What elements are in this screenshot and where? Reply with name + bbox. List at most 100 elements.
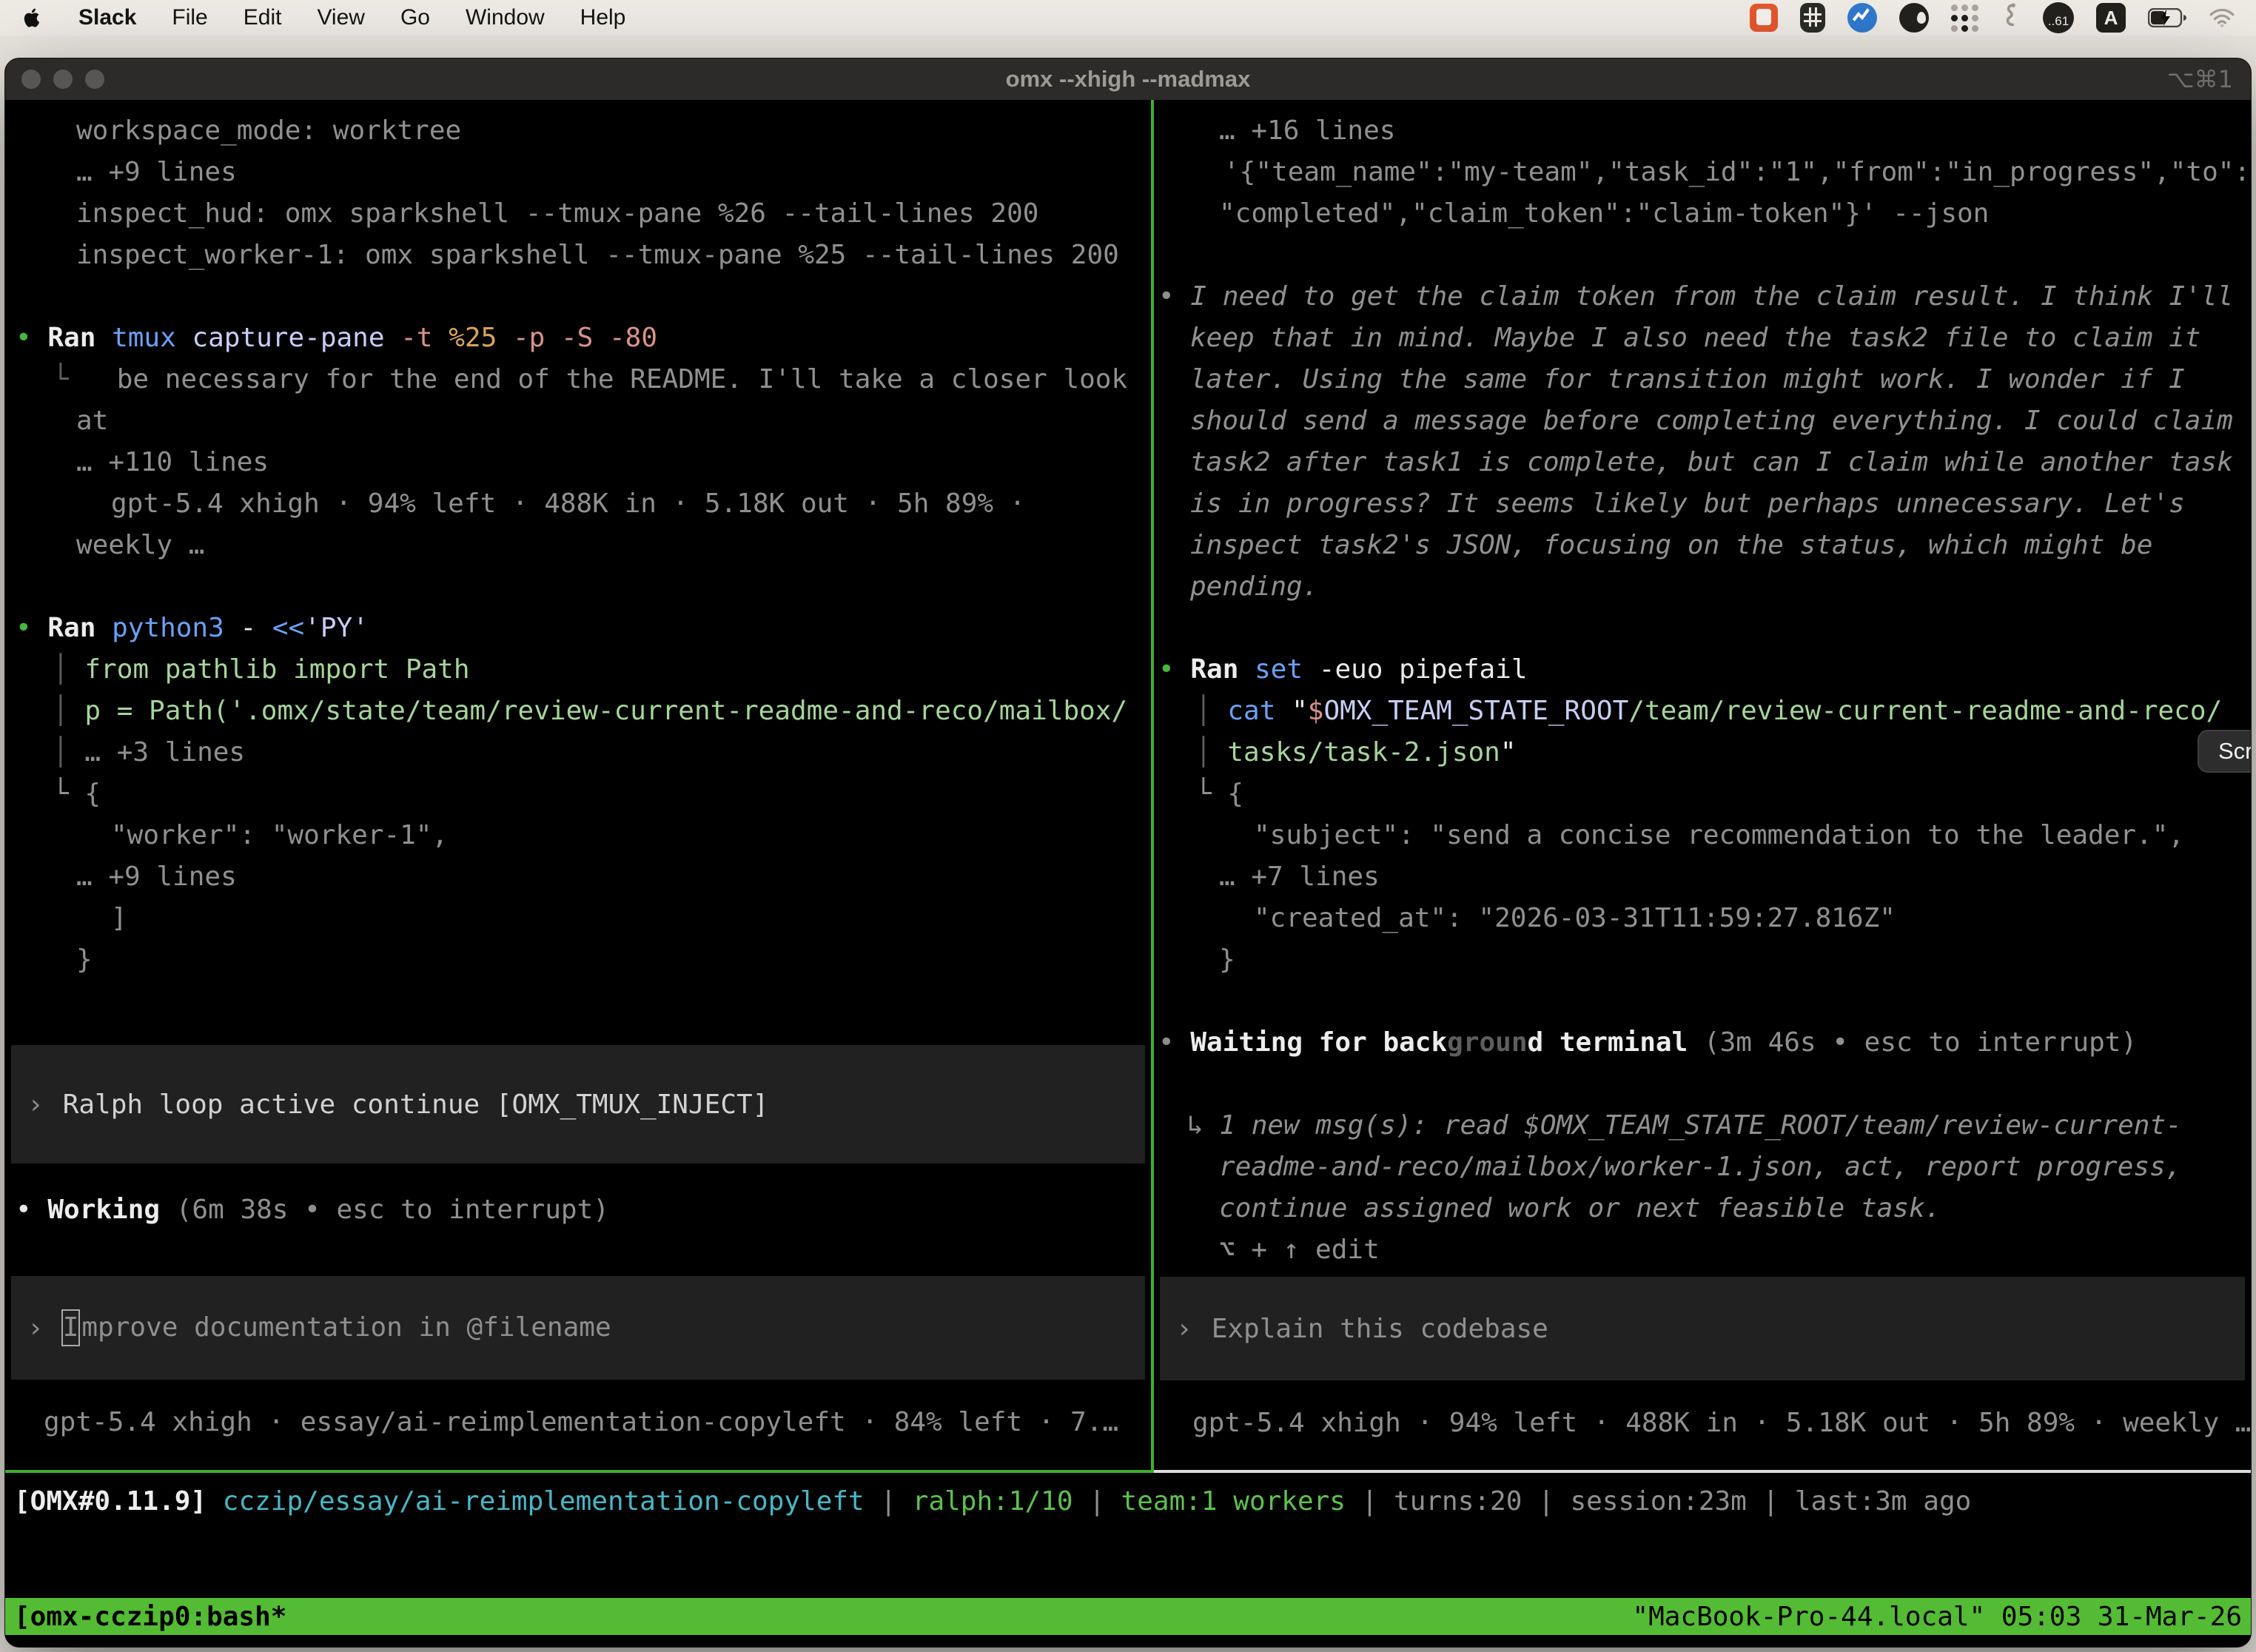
terminal-cursor: I (61, 1309, 81, 1346)
pane-hud[interactable]: workspace_mode: worktree … +9 lines inspec… (5, 100, 1151, 1473)
terminal-line: inspect_hud: omx sparkshell --tmux-pane … (5, 193, 1151, 235)
input-source-badge[interactable]: A (2096, 3, 2126, 33)
terminal-line: │ p = Path('.omx/state/team/review-curre… (5, 691, 1151, 732)
tmux-host-clock: "MacBook-Pro-44.local" 05:03 31-Mar-26 (1632, 1602, 2242, 1632)
menu-item-go[interactable]: Go (400, 5, 430, 30)
terminal-line: └ be necessary for the end of the README… (5, 359, 1151, 400)
terminal-line: workspace_mode: worktree (5, 110, 1151, 152)
terminal-line: … +16 lines (1154, 110, 2251, 152)
terminal-line: ] (5, 898, 1151, 939)
terminal-line: '{"team_name":"my-team","task_id":"1","f… (1154, 152, 2251, 193)
terminal-blank-line (5, 276, 1151, 318)
wifi-icon[interactable] (2209, 7, 2235, 28)
terminal-blank-line (1154, 981, 2251, 1022)
screen-tooltip: Scre (2198, 730, 2252, 773)
dots-grid-icon[interactable] (1951, 4, 1979, 32)
terminal-window: omx --xhigh --madmax ⌥⌘1 workspace_mode:… (4, 58, 2252, 1648)
terminal-line: │ from pathlib import Path (5, 649, 1151, 691)
menu-bar: Slack File Edit View Go Window Help ..61 A (0, 0, 2256, 36)
terminal-line: } (5, 939, 1151, 981)
apple-menu-icon[interactable] (21, 5, 43, 30)
terminal-line: keep that in mind. Maybe I also need the… (1154, 318, 2251, 359)
tmux-session-name[interactable]: [omx-cczip0:bash* (14, 1602, 286, 1632)
menu-item-app[interactable]: Slack (78, 5, 136, 30)
terminal-line: ⌥ + ↑ edit (1154, 1229, 2251, 1271)
menu-status-icons: ..61 A (1750, 2, 2235, 33)
menu-item-view[interactable]: View (317, 5, 364, 30)
model-status-right: gpt-5.4 xhigh · 94% left · 488K in · 5.1… (1154, 1403, 2251, 1444)
screenshot-app-icon[interactable] (1750, 4, 1778, 32)
shield-grid-icon[interactable] (1800, 3, 1825, 33)
terminal-blank-line (5, 566, 1151, 608)
agent-input-left[interactable]: › Improve documentation in @filename (11, 1276, 1145, 1380)
terminal-line: at (5, 400, 1151, 442)
input-placeholder: Explain this codebase (1212, 1314, 1548, 1344)
window-title: omx --xhigh --madmax (5, 66, 2251, 93)
terminal-line: • Working (6m 38s • esc to interrupt) (5, 1189, 1151, 1231)
terminal-line: │ … +3 lines (5, 732, 1151, 773)
pane-worker-output: … +16 lines'{"team_name":"my-team","task… (1154, 110, 2251, 1271)
tooltip-text: Scre (2218, 738, 2252, 765)
terminal-line: … +7 lines (1154, 856, 2251, 898)
terminal-line: task2 after task1 is complete, but can I… (1154, 442, 2251, 483)
terminal-line: • Ran tmux capture-pane -t %25 -p -S -80 (5, 318, 1151, 359)
terminal-line: … +110 lines (5, 442, 1151, 483)
terminal-line: "completed","claim_token":"claim-token"}… (1154, 193, 2251, 235)
terminal-line: • I need to get the claim token from the… (1154, 276, 2251, 318)
prompt-chevron: › (27, 1089, 44, 1120)
terminal-line: is in progress? It seems likely but perh… (1154, 483, 2251, 525)
menu-item-file[interactable]: File (172, 5, 207, 30)
ralph-loop-text: Ralph loop active continue [OMX_TMUX_INJ… (63, 1089, 769, 1120)
terminal-line: "created_at": "2026-03-31T11:59:27.816Z" (1154, 898, 2251, 939)
terminal-line: gpt-5.4 xhigh · 94% left · 488K in · 5.1… (5, 483, 1151, 525)
terminal-line: └ { (5, 773, 1151, 815)
pane-hud-output: workspace_mode: worktree … +9 lines inspec… (5, 110, 1151, 981)
terminal-line: should send a message before completing … (1154, 400, 2251, 442)
record-icon[interactable] (1899, 3, 1929, 33)
terminal-line: continue assigned work or next feasible … (1154, 1188, 2251, 1229)
prompt-chevron: › (27, 1313, 44, 1343)
battery-icon[interactable] (2148, 8, 2186, 27)
prompt-chevron: › (1176, 1314, 1192, 1344)
terminal-line: └ { (1154, 773, 2251, 815)
terminal-line: inspect_worker-1: omx sparkshell --tmux-… (5, 235, 1151, 276)
menu-left: Slack File Edit View Go Window Help (21, 5, 625, 30)
model-status-left: gpt-5.4 xhigh · essay/ai-reimplementatio… (5, 1402, 1151, 1443)
terminal-blank-line (1154, 235, 2251, 276)
window-shortcut-hint: ⌥⌘1 (2167, 65, 2233, 93)
terminal-blank-line (1154, 608, 2251, 649)
terminal-line: later. Using the same for transition mig… (1154, 359, 2251, 400)
terminal-line: • Ran python3 - <<'PY' (5, 608, 1151, 649)
working-status-line: • Working (6m 38s • esc to interrupt) (5, 1189, 1151, 1231)
menu-item-edit[interactable]: Edit (244, 5, 282, 30)
terminal-line: ↳ 1 new msg(s): read $OMX_TEAM_STATE_ROO… (1154, 1105, 2251, 1146)
terminal-blank-line (1154, 1064, 2251, 1105)
tmux-status-bar: [omx-cczip0:bash* "MacBook-Pro-44.local"… (5, 1598, 2251, 1635)
omx-session-status-bar: [OMX#0.11.9] cczip/essay/ai-reimplementa… (5, 1481, 2251, 1522)
dragon-icon[interactable] (2001, 2, 2021, 33)
menu-item-help[interactable]: Help (580, 5, 626, 30)
ralph-loop-banner: › Ralph loop active continue [OMX_TMUX_IN… (11, 1045, 1145, 1164)
window-title-bar[interactable]: omx --xhigh --madmax ⌥⌘1 (5, 58, 2251, 100)
terminal-line: weekly … (5, 525, 1151, 566)
terminal-line: │ cat "$OMX_TEAM_STATE_ROOT/team/review-… (1154, 691, 2251, 732)
terminal-line: readme-and-reco/mailbox/worker-1.json, a… (1154, 1146, 2251, 1188)
terminal-line: [OMX#0.11.9] cczip/essay/ai-reimplementa… (14, 1481, 2251, 1522)
agent-input-right[interactable]: › Explain this codebase (1160, 1277, 2245, 1380)
terminal-line: "worker": "worker-1", (5, 815, 1151, 856)
terminal-line: inspect task2's JSON, focusing on the st… (1154, 525, 2251, 566)
input-placeholder: Improve documentation in @filename (63, 1309, 611, 1346)
terminal-line: "subject": "send a concise recommendatio… (1154, 815, 2251, 856)
menu-item-window[interactable]: Window (466, 5, 545, 30)
terminal-line: } (1154, 939, 2251, 981)
terminal-line: │ tasks/task-2.json" (1154, 732, 2251, 773)
terminal-line: … +9 lines (5, 856, 1151, 898)
terminal-line: • Waiting for background terminal (3m 46… (1154, 1022, 2251, 1064)
terminal-line: • Ran set -euo pipefail (1154, 649, 2251, 691)
terminal-line: pending. (1154, 566, 2251, 608)
battery-percent-badge[interactable]: ..61 (2043, 2, 2074, 33)
tmux-panes: workspace_mode: worktree … +9 lines inspec… (5, 100, 2251, 1473)
analytics-icon[interactable] (1847, 3, 1877, 33)
pane-worker[interactable]: … +16 lines'{"team_name":"my-team","task… (1154, 100, 2251, 1473)
menu-items: File Edit View Go Window Help (172, 5, 625, 30)
